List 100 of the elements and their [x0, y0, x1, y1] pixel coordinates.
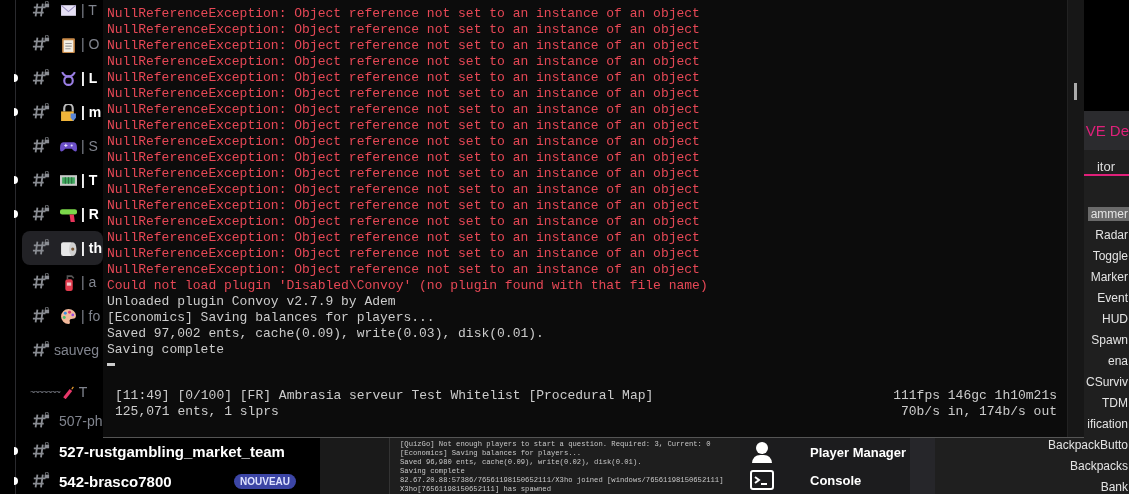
locked-channel-icon — [32, 307, 50, 325]
console-line: NullReferenceException: Object reference not set to an instance of an object — [107, 102, 701, 118]
locked-channel-icon — [32, 103, 50, 121]
channel-item[interactable]: | O — [22, 27, 103, 61]
locked-channel-icon — [32, 205, 50, 223]
channel-name: | m — [81, 104, 102, 120]
nav-label: Player Manager — [810, 444, 907, 460]
plugin-item[interactable]: ena — [1104, 354, 1129, 368]
locked-channel-icon — [32, 442, 50, 460]
nav-item[interactable]: Console — [740, 466, 910, 494]
plugin-item[interactable]: ammer — [1087, 207, 1129, 221]
new-badge: NOUVEAU — [234, 473, 296, 489]
channel-name: | T — [81, 172, 98, 188]
plugin-item[interactable]: HUD — [1099, 312, 1129, 326]
channel-item[interactable]: | T — [22, 163, 103, 197]
nav-item[interactable]: Player Manager — [740, 438, 910, 466]
console-line: NullReferenceException: Object reference not set to an instance of an object — [107, 134, 701, 150]
channel-item[interactable]: | m — [22, 95, 103, 129]
locked-channel-icon — [32, 239, 50, 257]
plugin-item[interactable]: Marker — [1087, 270, 1129, 284]
locked-channel-icon — [32, 273, 50, 291]
plugin-item[interactable]: ification — [1084, 417, 1129, 431]
console-line: Could not load plugin 'Disabled\Convoy' (no plugin found with that file name) — [107, 278, 709, 294]
channel-name: sauveg — [54, 342, 100, 358]
console-line: NullReferenceException: Object reference not set to an instance of an object — [107, 54, 701, 70]
lock-icon — [60, 103, 77, 121]
status-text: [11:49] [0/100] [FR] Ambrasia serveur Test Whitelist [Procedural Map] — [115, 388, 654, 404]
channel-name: | O — [81, 36, 100, 52]
plugin-item[interactable]: BackpackButto — [1044, 438, 1129, 452]
channel-name: | fo — [81, 308, 101, 324]
category-divider: ~~~~~~~ — [30, 387, 60, 397]
channel-name: | th — [81, 240, 103, 256]
scrollbar[interactable] — [1067, 0, 1084, 437]
channel-item[interactable]: | a — [22, 265, 103, 299]
console-line: NullReferenceException: Object reference not set to an instance of an object — [107, 262, 701, 278]
locked-channel-icon — [32, 1, 50, 19]
channel-name: | S — [81, 138, 98, 154]
channel-item[interactable]: | th — [22, 231, 103, 265]
locked-channel-icon — [32, 137, 50, 155]
console-line: NullReferenceException: Object reference not set to an instance of an object — [107, 38, 701, 54]
console-line: NullReferenceException: Object reference not set to an instance of an object — [107, 166, 701, 182]
channel-item[interactable]: | L — [22, 61, 103, 95]
console-line: Saved 97,002 ents, cache(0.09), write(0.03), disk(0.01). — [107, 326, 545, 342]
channel-name: 527-rustgambling_market_team — [59, 442, 285, 460]
plugin-item[interactable]: Toggle — [1089, 249, 1129, 263]
channel-name: | R — [81, 206, 99, 222]
status-text: 125,071 ents, 1 slprs — [115, 404, 280, 420]
console-line: NullReferenceException: Object reference not set to an instance of an object — [107, 246, 701, 262]
plugin-item[interactable]: Event — [1094, 291, 1129, 305]
plugin-item[interactable]: Radar — [1092, 228, 1129, 242]
console-line: NullReferenceException: Object reference not set to an instance of an object — [107, 86, 701, 102]
channel-item[interactable]: 542-brasco7800 NOUVEAU — [22, 466, 312, 494]
panel-title: VE De — [1085, 122, 1129, 139]
plugin-item[interactable]: Backpacks — [1066, 459, 1129, 473]
locked-channel-icon — [32, 412, 50, 430]
channel-name: | L — [81, 70, 98, 86]
plugin-item[interactable]: Spawn — [1088, 333, 1129, 347]
channel-item[interactable]: 527-rustgambling_market_team — [22, 436, 312, 466]
channel-item[interactable]: | R — [22, 197, 103, 231]
console-line: NullReferenceException: Object reference not set to an instance of an object — [107, 70, 701, 86]
channel-item[interactable]: | T — [22, 0, 103, 27]
console-line: NullReferenceException: Object reference not set to an instance of an object — [107, 6, 701, 22]
console-line: NullReferenceException: Object reference not set to an instance of an object — [107, 198, 701, 214]
terminal-icon — [750, 468, 774, 492]
scroll-thumb[interactable] — [1074, 83, 1077, 100]
clipboard-icon — [60, 35, 77, 53]
console-line: NullReferenceException: Object reference not set to an instance of an object — [107, 22, 701, 38]
channel-name: 507-ph — [59, 413, 103, 429]
category-name: T — [78, 384, 88, 400]
channel-name: 542-brasco7800 — [59, 472, 172, 490]
person-icon — [750, 440, 774, 464]
plugin-item[interactable]: CSurviv — [1083, 375, 1129, 389]
channel-name: | T — [81, 2, 97, 18]
console-line: NullReferenceException: Object reference not set to an instance of an object — [107, 118, 701, 134]
palette-icon — [60, 307, 77, 325]
locked-channel-icon — [32, 69, 50, 87]
status-text: 70b/s in, 174b/s out — [900, 404, 1057, 420]
console-line: NullReferenceException: Object reference not set to an instance of an object — [107, 150, 701, 166]
channel-item[interactable]: 507-ph — [22, 406, 103, 436]
firecracker-icon — [61, 385, 75, 399]
plugin-item[interactable]: TDM — [1099, 396, 1129, 410]
editor-tab[interactable]: itor — [1096, 159, 1115, 174]
channel-item[interactable]: sauveg — [22, 333, 103, 367]
text-cursor — [107, 363, 115, 366]
toilet-roll-icon — [60, 239, 77, 257]
console-line: NullReferenceException: Object reference not set to an instance of an object — [107, 182, 701, 198]
console-line: Saving complete — [107, 342, 226, 358]
taurus-icon — [60, 69, 77, 87]
plugin-item[interactable]: Bank — [1097, 480, 1129, 494]
console-line: Unloaded plugin Convoy v2.7.9 by Adem — [107, 294, 397, 310]
channel-item[interactable]: | S — [22, 129, 103, 163]
locked-channel-icon — [32, 472, 50, 490]
nav-label: Console — [810, 472, 862, 488]
console-line: NullReferenceException: Object reference not set to an instance of an object — [107, 230, 701, 246]
console-line: NullReferenceException: Object reference not set to an instance of an object — [107, 214, 701, 230]
locked-channel-icon — [32, 171, 50, 189]
status-text: 111fps 146gc 1h10m21s — [893, 388, 1057, 404]
locked-channel-icon — [32, 341, 50, 359]
channel-name: | a — [81, 274, 97, 290]
channel-item[interactable]: | fo — [22, 299, 103, 333]
